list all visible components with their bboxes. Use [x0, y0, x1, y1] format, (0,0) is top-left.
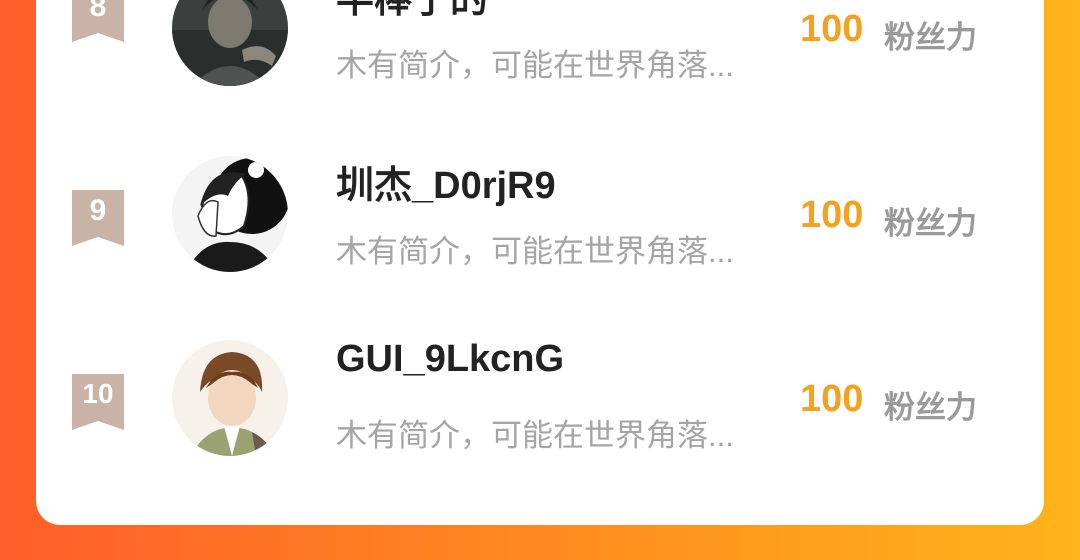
- user-bio: 木有简介，可能在世界角落...: [336, 234, 734, 269]
- rank-badge: 8: [72, 0, 124, 42]
- fan-power-label: 粉丝力: [884, 20, 977, 55]
- user-bio: 木有简介，可能在世界角落...: [336, 48, 734, 83]
- rank-number: 10: [82, 378, 114, 409]
- fan-power-score: 100: [800, 8, 864, 50]
- avatar[interactable]: [172, 0, 288, 86]
- list-item[interactable]: 8 半棒了的 木有简介，可能在世界角落... 100 粉丝力: [36, 0, 1044, 90]
- leaderboard-card: 8 半棒了的 木有简介，可能在世界角落... 100 粉丝力 9 圳杰_D0rj…: [36, 0, 1044, 525]
- rank-number: 8: [89, 0, 107, 23]
- rank-badge: 9: [72, 190, 124, 246]
- avatar[interactable]: [172, 156, 288, 272]
- avatar-image: [172, 156, 288, 272]
- rank-badge: 10: [72, 374, 124, 430]
- fan-power-score: 100: [800, 378, 864, 420]
- fan-power-score: 100: [800, 194, 864, 236]
- list-item[interactable]: 10 GUI_9LkcnG 木有简介，可能在世界角落... 100 粉丝力: [36, 328, 1044, 478]
- user-name[interactable]: 圳杰_D0rjR9: [336, 154, 556, 209]
- avatar-image: [172, 340, 288, 456]
- user-name[interactable]: GUI_9LkcnG: [336, 338, 564, 381]
- fan-power-label: 粉丝力: [884, 206, 977, 241]
- rank-number: 9: [89, 194, 107, 227]
- avatar[interactable]: [172, 340, 288, 456]
- avatar-image: [172, 0, 288, 86]
- list-item[interactable]: 9 圳杰_D0rjR9 木有简介，可能在世界角落... 100 粉丝力: [36, 144, 1044, 294]
- fan-power-label: 粉丝力: [884, 390, 977, 425]
- user-bio: 木有简介，可能在世界角落...: [336, 418, 734, 453]
- user-name[interactable]: 半棒了的: [336, 0, 488, 23]
